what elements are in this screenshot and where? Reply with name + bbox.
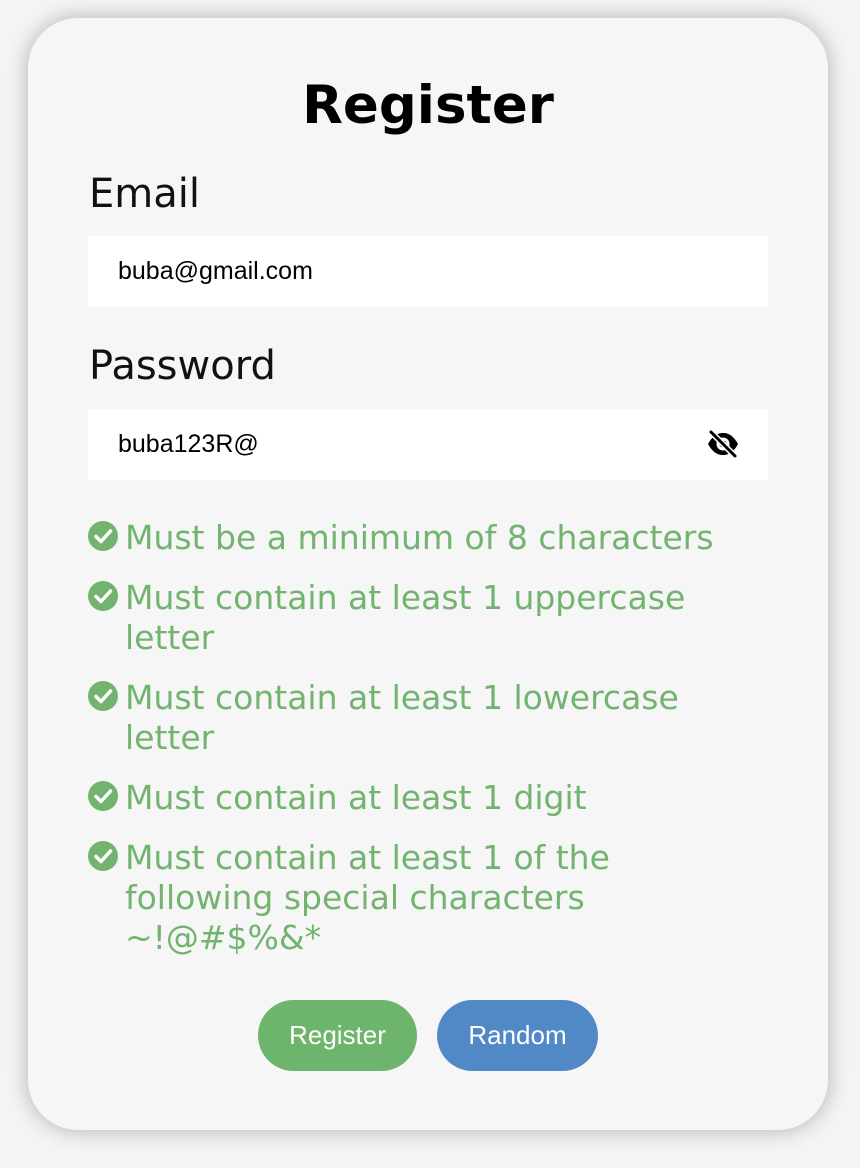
check-circle-icon bbox=[88, 781, 118, 811]
page-title: Register bbox=[302, 75, 554, 136]
eye-slash-icon[interactable] bbox=[706, 429, 740, 459]
password-label: Password bbox=[89, 343, 276, 389]
check-circle-icon bbox=[88, 681, 118, 711]
password-rule: Must contain at least 1 digit bbox=[88, 778, 768, 818]
password-rules-list: Must be a minimum of 8 characters Must c… bbox=[88, 518, 768, 978]
password-rule-text: Must contain at least 1 uppercase letter bbox=[125, 578, 686, 657]
password-rule-text: Must be a minimum of 8 characters bbox=[125, 518, 714, 557]
password-rule-text: Must contain at least 1 lowercase letter bbox=[125, 678, 679, 757]
password-field-container bbox=[88, 409, 768, 480]
email-field-container bbox=[88, 236, 768, 307]
password-rule: Must be a minimum of 8 characters bbox=[88, 518, 768, 558]
check-circle-icon bbox=[88, 581, 118, 611]
register-button[interactable]: Register bbox=[258, 1000, 417, 1071]
check-circle-icon bbox=[88, 521, 118, 551]
password-rule: Must contain at least 1 lowercase letter bbox=[88, 678, 768, 758]
check-circle-icon bbox=[88, 841, 118, 871]
password-rule: Must contain at least 1 uppercase letter bbox=[88, 578, 768, 658]
email-label: Email bbox=[89, 171, 200, 217]
password-rule-text: Must contain at least 1 of the following… bbox=[125, 838, 610, 957]
email-field[interactable] bbox=[88, 236, 768, 307]
password-field[interactable] bbox=[88, 409, 768, 480]
password-rule: Must contain at least 1 of the following… bbox=[88, 838, 768, 958]
random-button[interactable]: Random bbox=[437, 1000, 598, 1071]
register-card: Register Email Password Must be a minimu… bbox=[28, 18, 828, 1130]
password-rule-text: Must contain at least 1 digit bbox=[125, 778, 587, 817]
